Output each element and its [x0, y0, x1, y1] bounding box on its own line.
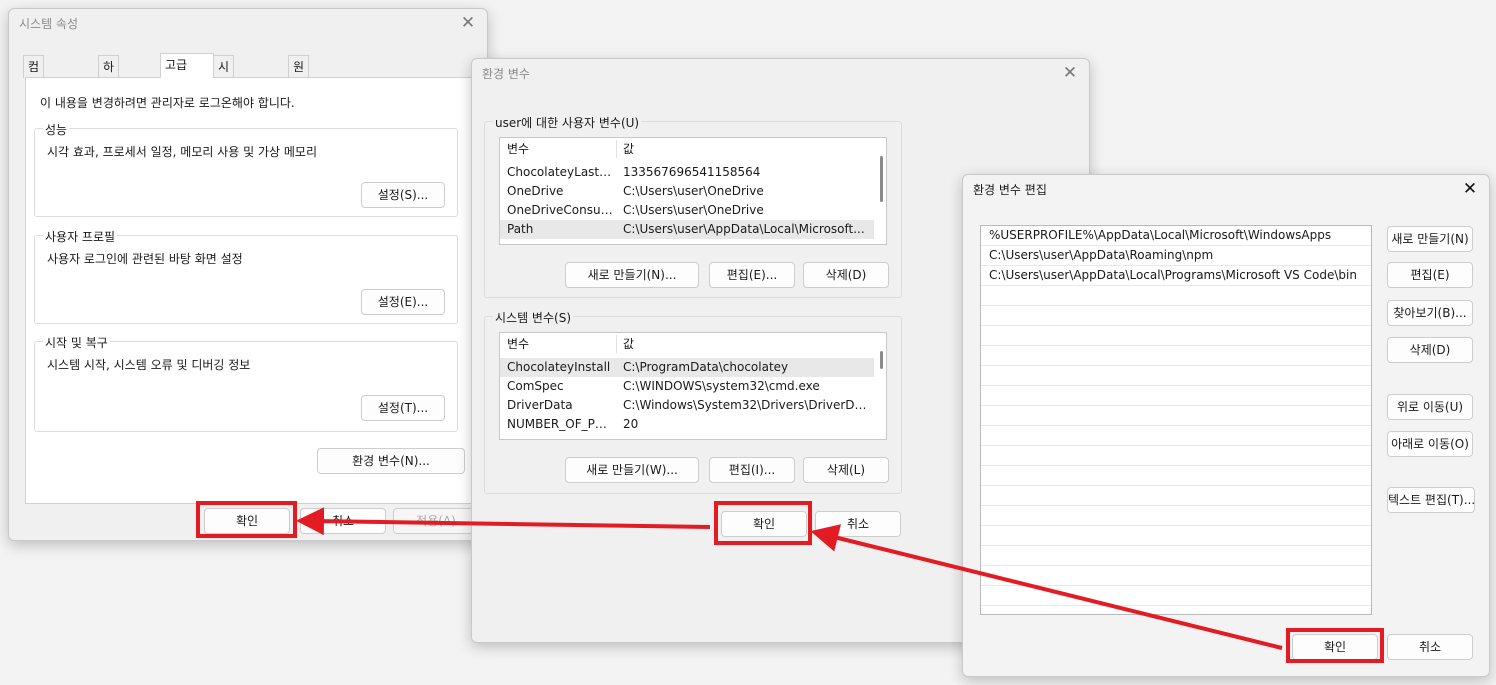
annotation-arrows: [296, 507, 1283, 650]
arrow-envvars-to-sysprops: [296, 507, 711, 536]
arrow-editdlg-to-envvars: [810, 524, 1283, 650]
